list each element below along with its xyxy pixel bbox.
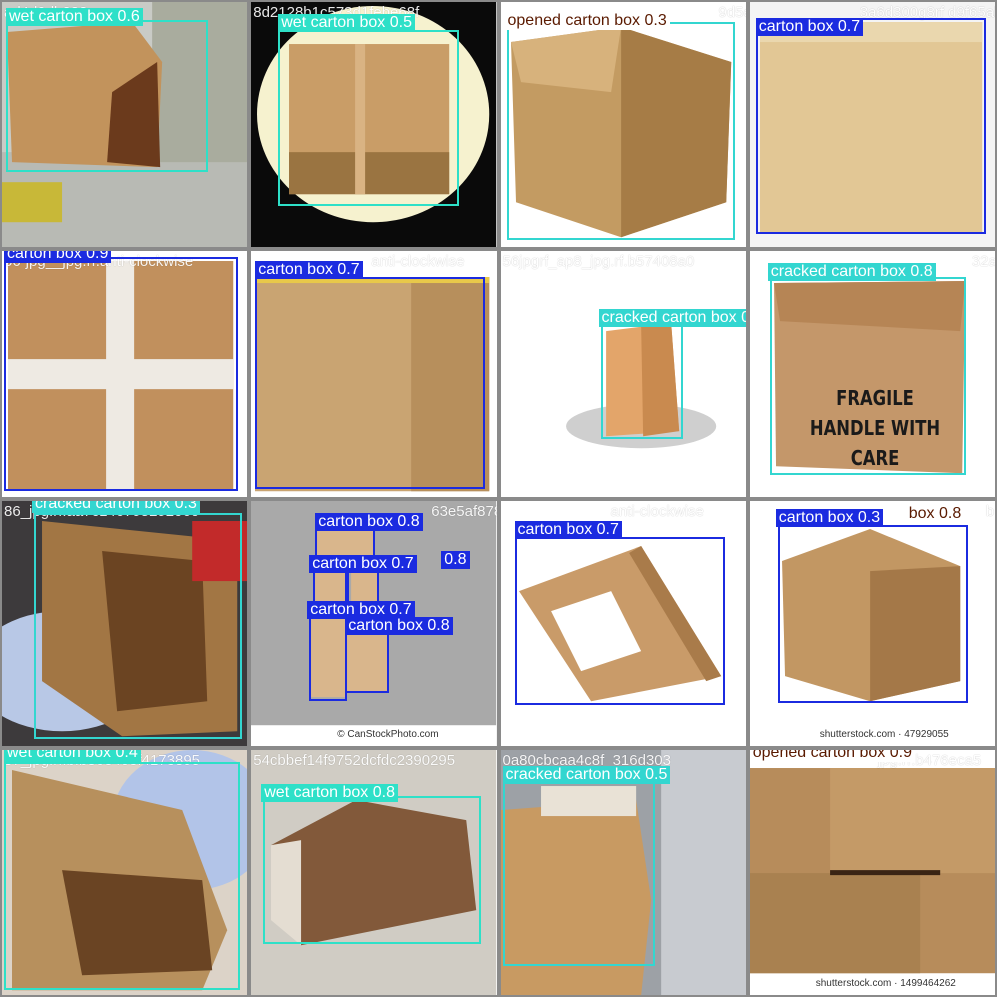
bounding-box <box>345 628 390 693</box>
tile-7[interactable]: 32a FRAGILE HANDLE WITH CARE cracked car… <box>749 251 995 497</box>
detection-label: cracked carton box 0.3 <box>32 500 200 513</box>
detection-label: wet carton box 0.5 <box>278 14 415 32</box>
detection-label: cracked carton box 0.5 <box>502 765 671 784</box>
watermark-text: shutterstock.com · 1499464262 <box>815 977 956 989</box>
detection-label: carton box 0.8 <box>345 616 453 635</box>
detection-label: carton box 0.7 <box>514 520 622 539</box>
detection-label: wet carton box 0.6 <box>6 8 143 26</box>
bounding-box <box>777 524 968 703</box>
detection-label: carton box 0.9 <box>4 251 112 264</box>
tile-6[interactable]: 56jpgrf_ap8_jpg.rf.b57408a0 cracked cart… <box>500 251 746 497</box>
detection-label: carton box 0.7 <box>755 18 864 36</box>
tile-filename: 54cbbef14f9752dcfdc2390295 <box>253 751 456 769</box>
tile-11[interactable]: b carton box 0.3 box 0.8 shutterstock.co… <box>749 500 995 746</box>
tile-3[interactable]: 3a6d300g8rf d9f65ab3 carton box 0.7 <box>749 2 995 248</box>
detection-label: wet carton box 0.4 <box>4 749 141 762</box>
detection-label: 0.8 <box>441 550 470 569</box>
bounding-box <box>769 277 966 476</box>
tile-filename: anti-clockwise <box>610 502 704 520</box>
detection-label: cracked carton box 0.8 <box>598 309 746 328</box>
detection-label: opened carton box 0.3 <box>504 12 670 30</box>
tile-8[interactable]: 86_jpg.rf.aa7c146795292060 cracked carto… <box>2 500 248 746</box>
detection-label: opened carton box 0.9 <box>749 749 915 762</box>
watermark-text: shutterstock.com · 47929055 <box>819 728 949 740</box>
bounding-box <box>255 277 486 490</box>
detection-label: box 0.8 <box>905 504 965 523</box>
detection-label: carton box 0.7 <box>255 261 363 280</box>
bounding-box <box>4 257 238 492</box>
tile-1[interactable]: 8d2128b1c573d1febe68f wet carton box 0.5 <box>251 2 497 248</box>
tile-5[interactable]: anti-clockwise carton box 0.7 <box>251 251 497 497</box>
detection-label: wet carton box 0.8 <box>261 783 398 802</box>
tile-10[interactable]: anti-clockwise carton box 0.7 <box>500 500 746 746</box>
detection-label: carton box 0.3 <box>775 508 884 527</box>
cardboard-flaps-photo <box>749 749 995 995</box>
bounding-box <box>506 22 735 240</box>
tile-filename: 56jpgrf_ap8_jpg.rf.b57408a0 <box>502 253 695 271</box>
tile-12[interactable]: 87_jpg.rf.bfb86e403f4173895 wet carton b… <box>2 749 248 995</box>
bounding-box <box>278 30 460 206</box>
tile-2[interactable]: 9d5e8 opened carton box 0.3 <box>500 2 746 248</box>
bounding-box <box>34 512 242 739</box>
tile-14[interactable]: 0a80cbcaa4c8f_316d303 cracked carton box… <box>500 749 746 995</box>
watermark-text: © CanStockPhoto.com <box>337 728 439 740</box>
tile-filename: 32a <box>971 253 995 271</box>
tile-filename: b <box>985 502 995 520</box>
tile-13[interactable]: 54cbbef14f9752dcfdc2390295 wet carton bo… <box>251 749 497 995</box>
bounding-box <box>502 779 655 966</box>
tile-filename: 9d5e8 <box>718 4 746 21</box>
detection-label: carton box 0.8 <box>315 512 423 531</box>
tile-15[interactable]: jpg.rf.b476eca5 opened carton box 0.9 sh… <box>749 749 995 995</box>
tile-filename: 63e5af878ff047bd-a6 <box>431 502 497 520</box>
detection-grid: ad4d9db288 wet carton box 0.6 8d2128b1c5… <box>2 2 995 995</box>
tile-0[interactable]: ad4d9db288 wet carton box 0.6 <box>2 2 248 248</box>
bounding-box <box>263 795 482 944</box>
bounding-box <box>600 321 683 440</box>
detection-label: carton box 0.7 <box>309 554 417 573</box>
bounding-box <box>4 761 240 990</box>
bounding-box <box>755 18 986 234</box>
tile-filename: anti-clockwise <box>371 253 465 271</box>
bounding-box <box>6 20 208 172</box>
bounding-box <box>309 612 348 701</box>
detection-label: cracked carton box 0.8 <box>767 263 936 282</box>
tile-4[interactable]: 56-jpg__jpg.rf.anti-clockwise carton box… <box>2 251 248 497</box>
tile-9[interactable]: 63e5af878ff047bd-a6 carton box 0.8 carto… <box>251 500 497 746</box>
bounding-box <box>514 536 725 705</box>
